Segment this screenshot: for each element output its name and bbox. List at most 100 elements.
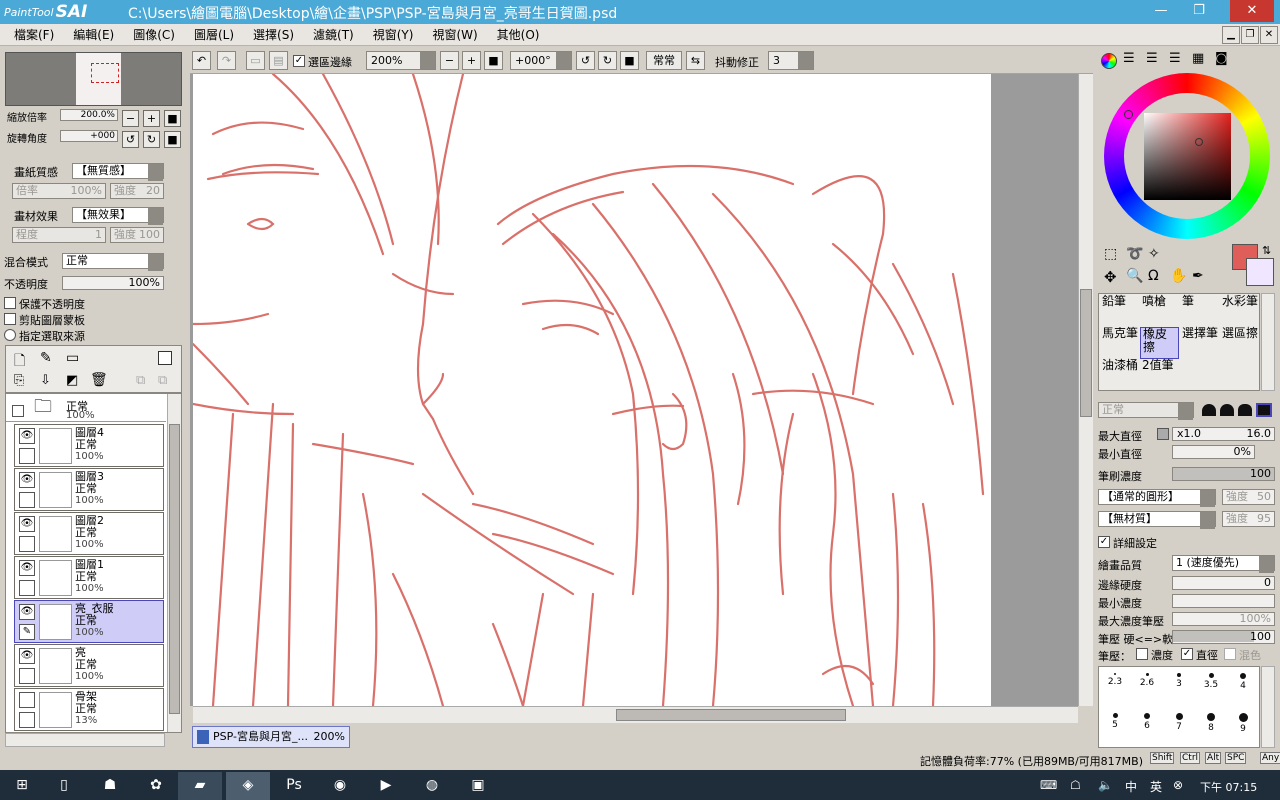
brush-size-preset[interactable]: 3.5 <box>1195 667 1227 707</box>
brush-texture-select[interactable]: 【無材質】 <box>1098 511 1216 529</box>
menu-view[interactable]: 視窗(Y) <box>373 26 414 43</box>
navigator[interactable] <box>5 52 182 106</box>
paper-texture-select[interactable]: 【無質感】 <box>72 163 164 181</box>
zoom-out-button[interactable]: − <box>440 51 459 70</box>
close-button[interactable]: ✕ <box>1230 0 1274 22</box>
saturation-value-square[interactable] <box>1144 113 1231 200</box>
menu-file[interactable]: 檔案(F) <box>14 26 54 43</box>
explorer-icon[interactable]: ▰ <box>178 772 222 800</box>
tool-brush[interactable]: 筆 <box>1180 295 1219 327</box>
flip-button[interactable]: ⇆ <box>686 51 705 70</box>
chrome-icon[interactable]: ◉ <box>318 772 362 800</box>
layer-item[interactable]: 👁 圖層4 正常 100% <box>14 424 164 467</box>
tool-airbrush[interactable]: 噴槍 <box>1140 295 1179 327</box>
hue-cursor[interactable] <box>1124 110 1133 119</box>
brush-size-preset[interactable]: 2.6 <box>1131 667 1163 707</box>
menu-window[interactable]: 視窗(W) <box>432 26 477 43</box>
nav-zoom-out-button[interactable]: − <box>122 110 139 127</box>
rgb-slider-icon[interactable]: ☰ <box>1123 51 1135 66</box>
zoom-reset-button[interactable]: ■ <box>484 51 503 70</box>
eye-icon[interactable]: 👁 <box>19 428 35 444</box>
canvas-vscroll-thumb[interactable] <box>1080 289 1092 417</box>
density-slider[interactable]: 100 <box>1172 467 1275 481</box>
swatch-icon[interactable]: ▦ <box>1192 51 1204 66</box>
menu-select[interactable]: 選擇(S) <box>253 26 294 43</box>
min-size-slider[interactable]: 0% <box>1172 445 1255 459</box>
start-icon[interactable]: ⊞ <box>0 772 44 800</box>
new-folder-icon[interactable]: ▭ <box>66 350 79 366</box>
layer-item-selected[interactable]: 👁 ✎ 亮_衣服 正常 100% <box>14 600 164 643</box>
canvas[interactable] <box>193 74 991 706</box>
secondary-color-swatch[interactable] <box>1246 258 1274 286</box>
lock-checkbox[interactable] <box>19 712 35 728</box>
rotate-select[interactable]: +000° <box>510 51 572 70</box>
language-icon[interactable]: 英 <box>1150 778 1162 795</box>
layer-scroll-thumb[interactable] <box>169 424 180 714</box>
hand-icon[interactable]: ✋ <box>1170 268 1187 284</box>
blend-mode-select[interactable]: 正常 <box>62 253 164 271</box>
pressure-size-checkbox[interactable]: ✓ <box>1181 648 1193 660</box>
brush-tip-soft-icon[interactable] <box>1202 404 1216 416</box>
max-size-slider[interactable]: x1.0 16.0 <box>1172 427 1275 441</box>
layer-item[interactable]: 👁 圖層3 正常 100% <box>14 468 164 511</box>
layer-item[interactable]: 👁 圖層1 正常 100% <box>14 556 164 599</box>
move-icon[interactable]: ✥ <box>1104 268 1117 286</box>
magic-wand-icon[interactable]: ✧ <box>1148 246 1160 262</box>
window-icon[interactable]: ▣ <box>456 772 500 800</box>
rotate-view-icon[interactable]: Ω <box>1148 268 1159 284</box>
max-pressure-slider[interactable]: 100% <box>1172 612 1275 626</box>
combine-layer-icon[interactable]: ⧉ <box>158 373 167 388</box>
tool-eraser[interactable]: 橡皮擦 <box>1140 327 1179 359</box>
redo-button[interactable]: ↷ <box>217 51 236 70</box>
new-layer-icon[interactable]: 🗋 <box>14 350 25 374</box>
brush-mode-select[interactable]: 正常 <box>1098 402 1194 420</box>
nav-zoom-in-button[interactable]: + <box>143 110 160 127</box>
zoom-select[interactable]: 200% <box>366 51 436 70</box>
menu-edit[interactable]: 編輯(E) <box>73 26 114 43</box>
eye-icon[interactable]: 👁 <box>19 560 35 576</box>
folder-visibility-checkbox[interactable] <box>12 405 24 417</box>
media-player-icon[interactable]: ▶ <box>364 772 408 800</box>
selection-source-radio[interactable] <box>4 329 16 341</box>
lock-checkbox[interactable] <box>19 492 35 508</box>
canvas-hscrollbar[interactable] <box>193 706 1078 723</box>
brush-size-preset[interactable]: 2.3 <box>1099 667 1131 707</box>
document-tab[interactable]: PSP-宮島與月宮_... 200% <box>192 726 350 748</box>
tool-select-pen[interactable]: 選擇筆 <box>1180 327 1219 359</box>
lock-checkbox[interactable] <box>19 536 35 552</box>
canvas-vscrollbar[interactable] <box>1078 74 1093 706</box>
quality-select[interactable]: 1 (速度優先) <box>1172 555 1275 573</box>
app-icon[interactable]: ▯ <box>42 772 86 800</box>
eyedropper-icon[interactable]: ✒ <box>1192 268 1204 284</box>
pressure-density-checkbox[interactable] <box>1136 648 1148 660</box>
tool-bucket[interactable]: 油漆桶 <box>1100 359 1139 391</box>
visibility-checkbox[interactable] <box>19 692 35 708</box>
layer-scrollbar[interactable] <box>167 394 181 732</box>
layer-item[interactable]: 👁 亮正常 100% <box>14 644 164 687</box>
layer-mask-icon[interactable] <box>158 351 172 365</box>
selection-edge-checkbox[interactable]: ✓ <box>293 55 305 67</box>
rotate-reset-button[interactable]: ■ <box>620 51 639 70</box>
undo-button[interactable]: ↶ <box>192 51 211 70</box>
eye-icon[interactable]: 👁 <box>19 648 35 664</box>
line-icon[interactable]: ◍ <box>410 772 454 800</box>
paper-strength-field[interactable]: 強度 20 <box>110 183 164 199</box>
hsv-slider-icon[interactable]: ☰ <box>1146 51 1158 66</box>
mdi-close-button[interactable]: ✕ <box>1260 26 1278 44</box>
max-size-toggle[interactable] <box>1157 428 1169 440</box>
deselect-button[interactable]: ▭ <box>246 51 265 70</box>
pressure-hardness-slider[interactable]: 100 <box>1172 630 1275 644</box>
scratchpad-icon[interactable]: ◙ <box>1215 51 1228 66</box>
rotate-cw-button[interactable]: ↻ <box>598 51 617 70</box>
maximize-button[interactable]: ❐ <box>1184 0 1214 22</box>
tool-select-eraser[interactable]: 選區擦 <box>1220 327 1259 359</box>
opacity-slider[interactable]: 100% <box>62 276 164 290</box>
volume-icon[interactable]: 🔈 <box>1098 778 1113 792</box>
clear-layer-icon[interactable]: ◩ <box>66 373 78 388</box>
paper-effect-select[interactable]: 【無效果】 <box>72 207 164 225</box>
zoom-icon[interactable]: 🔍 <box>1126 268 1143 284</box>
zoom-slider[interactable]: 200.0% <box>60 109 118 121</box>
layer-folder[interactable]: 🗀 正常 100% <box>6 394 166 422</box>
texture-strength-slider[interactable]: 強度 95 <box>1222 511 1275 527</box>
navigator-viewport[interactable] <box>91 63 119 83</box>
